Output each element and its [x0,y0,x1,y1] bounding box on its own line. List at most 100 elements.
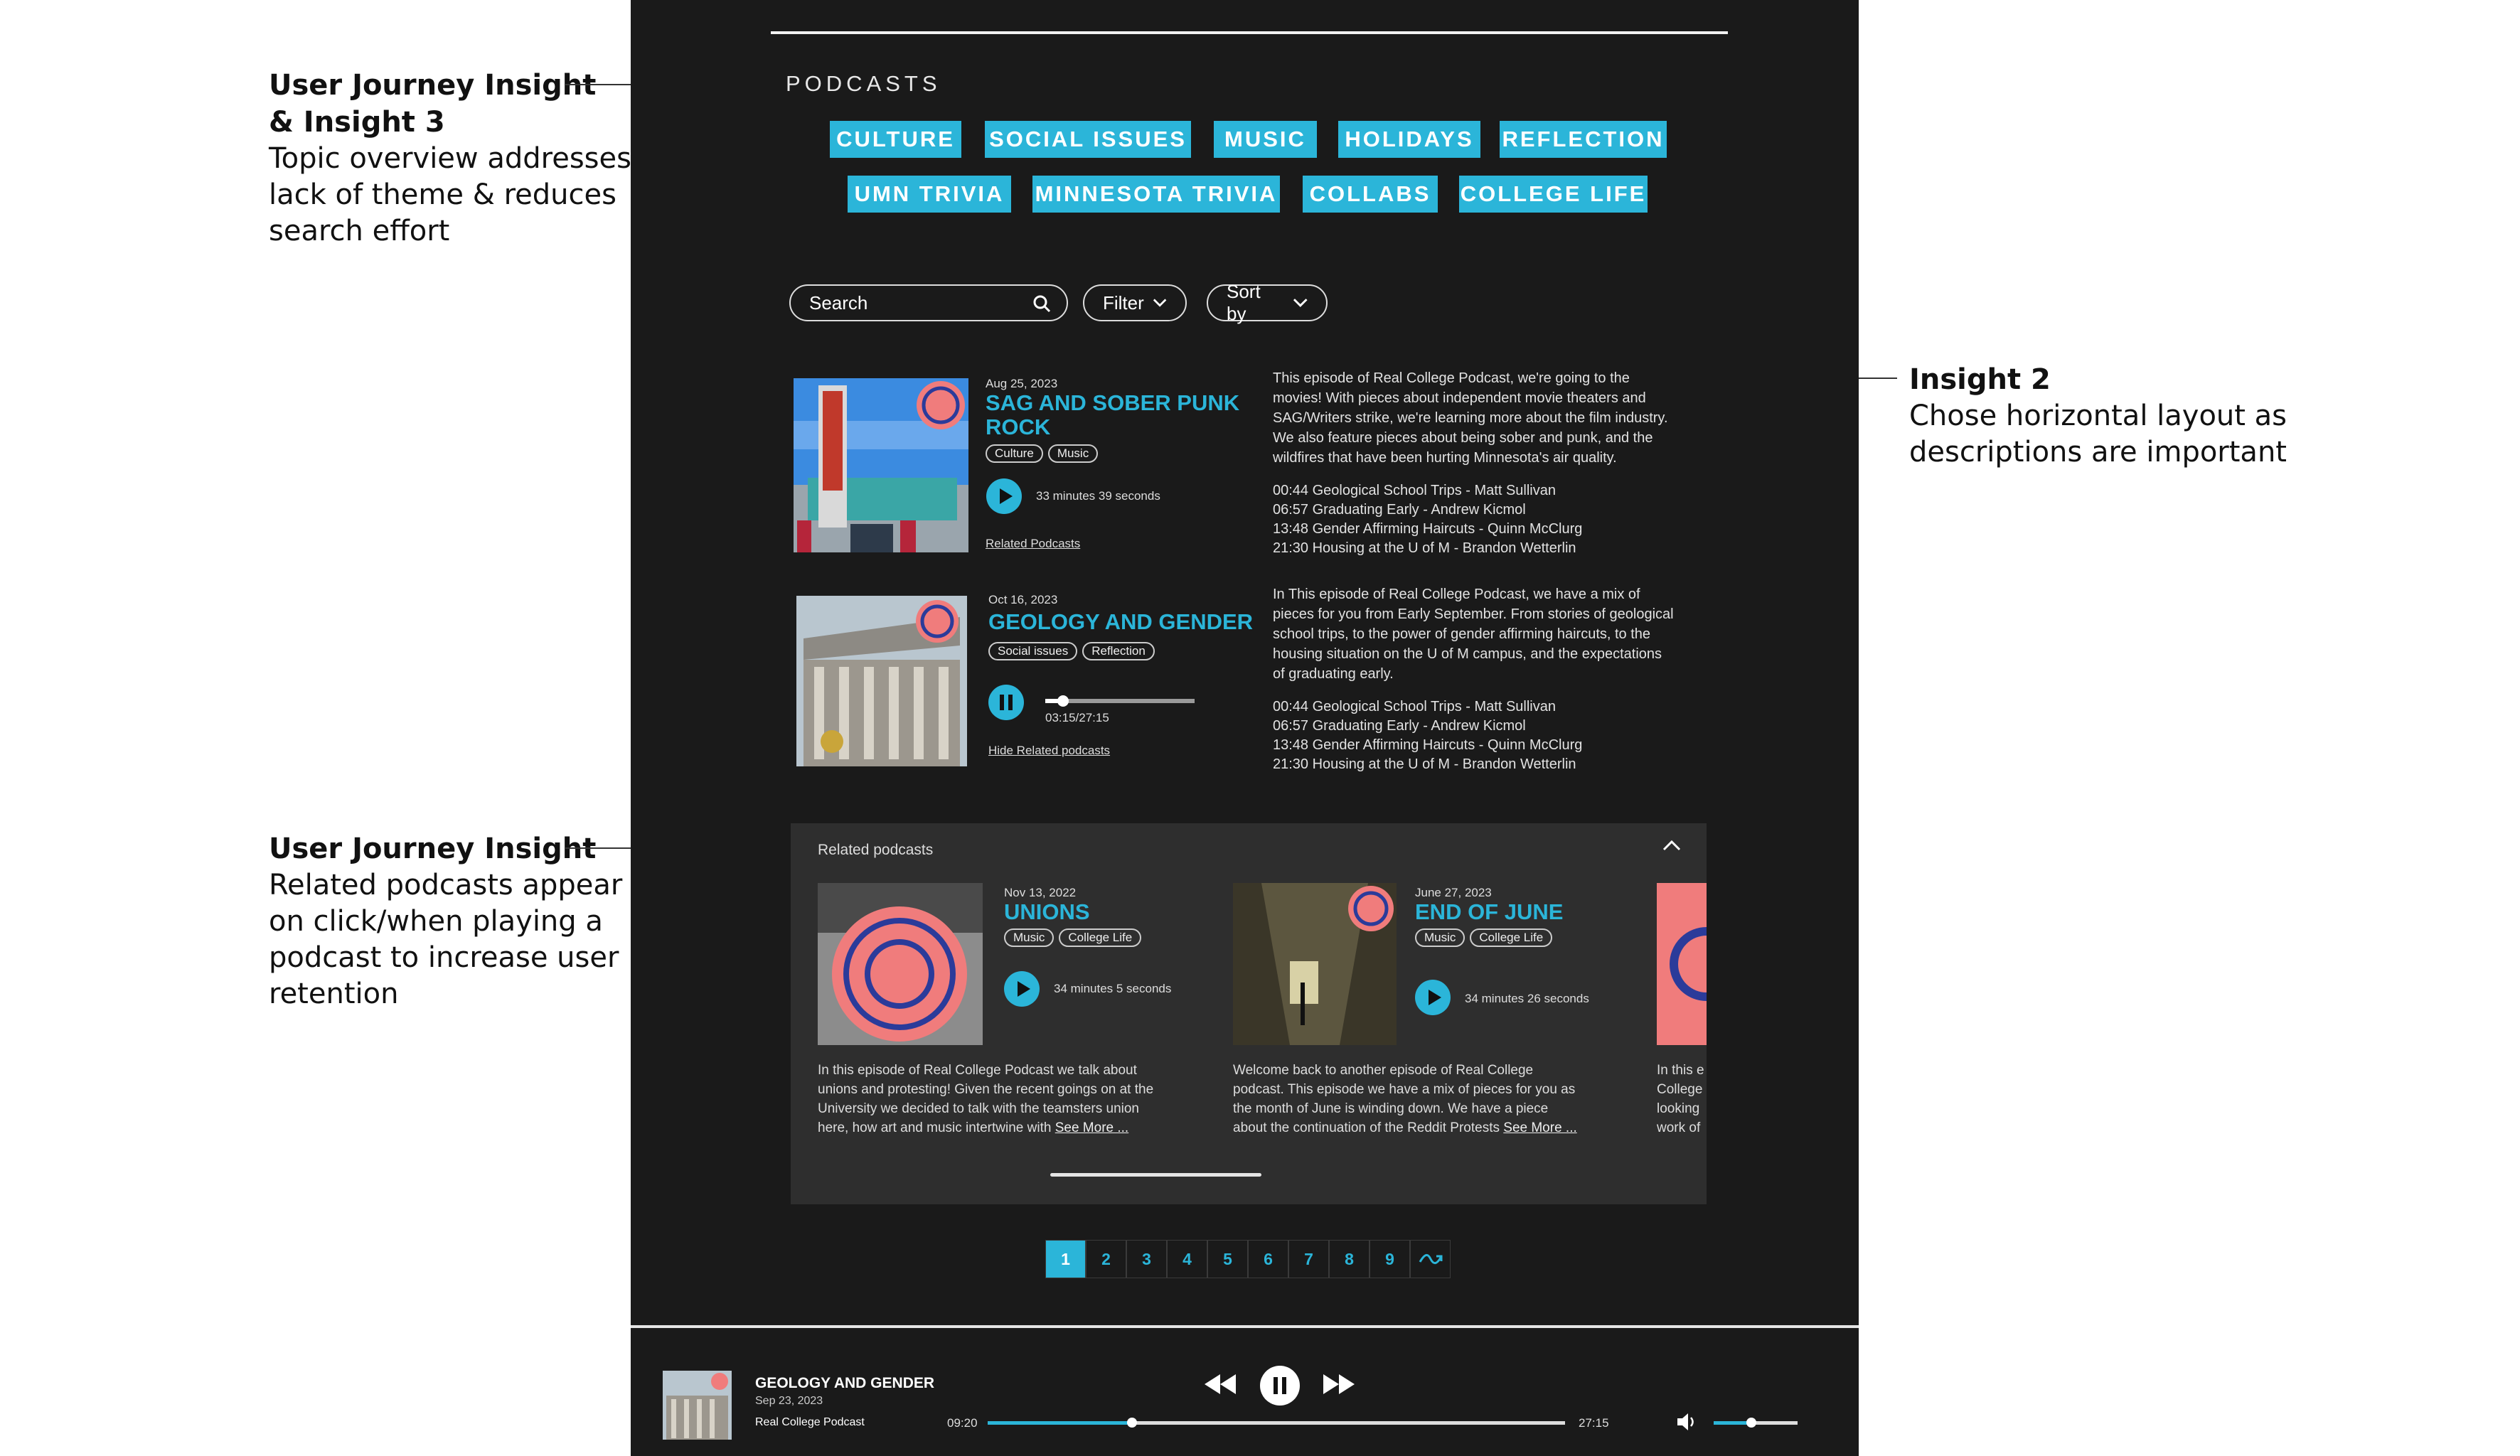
player-progress-bar[interactable] [988,1418,1565,1428]
annotation-title: Insight 2 [1909,363,2051,396]
episode-duration: 33 minutes 39 seconds [1036,489,1160,503]
tag-chip[interactable]: Music [1047,444,1099,463]
elapsed-time: 09:20 [947,1416,978,1430]
episode-thumbnail-building[interactable] [796,596,967,766]
annotation-body: retention [269,978,399,1010]
description-line: unions and protesting! Given the recent … [818,1082,1154,1097]
player-progress-handle[interactable] [1127,1418,1137,1428]
pause-icon-bar [1282,1377,1286,1394]
related-episode-title[interactable]: END OF JUNE [1415,900,1563,924]
play-button[interactable] [1004,971,1040,1007]
building-image [796,596,967,766]
track-item[interactable]: 13:48 Gender Affirming Haircuts - Quinn … [1273,520,1582,539]
volume-icon[interactable] [1676,1412,1699,1432]
related-thumbnail[interactable] [1233,883,1397,1045]
page-button[interactable]: 4 [1167,1240,1207,1278]
episode-tags: Social issues Reflection [988,642,1160,660]
page-button[interactable]: 6 [1248,1240,1288,1278]
related-thumbnail[interactable] [818,883,983,1045]
rewind-icon[interactable] [1203,1372,1237,1396]
related-episode-title[interactable]: UNIONS [1004,900,1090,924]
search-input[interactable]: Search [789,284,1068,321]
track-item[interactable]: 00:44 Geological School Trips - Matt Sul… [1273,481,1582,500]
topic-tag-umn-trivia[interactable]: UMN TRIVIA [848,176,1011,213]
description-line: wildfires that have been hurting Minneso… [1273,450,1617,466]
description-line: school trips, to the power of gender aff… [1273,626,1651,642]
page-button[interactable]: 9 [1370,1240,1410,1278]
topic-tag-minnesota-trivia[interactable]: MINNESOTA TRIVIA [1032,176,1280,213]
track-item[interactable]: 21:30 Housing at the U of M - Brandon We… [1273,755,1582,774]
description-line: In this episode of Real College Podcast … [818,1063,1137,1078]
hide-related-podcasts-link[interactable]: Hide Related podcasts [988,744,1110,758]
page-button-current[interactable]: 1 [1045,1240,1086,1278]
topic-tag-reflection[interactable]: REFLECTION [1500,121,1667,158]
track-item[interactable]: 06:57 Graduating Early - Andrew Kicmol [1273,500,1582,520]
page-button[interactable]: 8 [1329,1240,1370,1278]
annotation-layout: Insight 2 Chose horizontal layout as des… [1909,361,2287,471]
description-line: the month of June is winding down. We ha… [1233,1101,1549,1116]
tag-chip[interactable]: Reflection [1082,642,1155,660]
description-line: of graduating early. [1273,666,1394,682]
filter-dropdown[interactable]: Filter [1083,284,1187,321]
top-divider [771,31,1728,34]
chevron-up-icon[interactable] [1662,839,1682,852]
related-duration: 34 minutes 5 seconds [1054,982,1172,995]
description-line: In this e [1657,1063,1704,1078]
episode-tracklist: 00:44 Geological School Trips - Matt Sul… [1273,481,1582,558]
play-button[interactable] [986,478,1022,514]
volume-slider[interactable] [1714,1418,1798,1428]
track-item[interactable]: 06:57 Graduating Early - Andrew Kicmol [1273,717,1582,736]
page-button[interactable]: 3 [1126,1240,1167,1278]
carousel-scrollbar[interactable] [1050,1173,1261,1177]
related-thumbnail[interactable] [1657,883,1707,1045]
episode-title[interactable]: SAG AND SOBER PUNK ROCK [986,391,1239,439]
description-line: In This episode of Real College Podcast,… [1273,587,1640,602]
topic-tag-college-life[interactable]: COLLEGE LIFE [1459,176,1648,213]
topic-tag-social-issues[interactable]: SOCIAL ISSUES [985,121,1191,158]
podcast-app: PODCASTS CULTURE SOCIAL ISSUES MUSIC HOL… [631,0,1859,1456]
pause-icon-bar [1008,695,1013,710]
topic-tag-music[interactable]: MUSIC [1214,121,1317,158]
related-podcasts-panel: Related podcasts Nov 13, 2022 UNIONS Mus… [791,823,1707,1204]
related-date: June 27, 2023 [1415,886,1492,899]
player-pause-button[interactable] [1260,1366,1300,1406]
pause-icon [1274,1377,1278,1394]
building-image [663,1371,732,1440]
annotation-title: & Insight 3 [269,106,445,139]
related-duration: 34 minutes 26 seconds [1465,992,1589,1005]
fast-forward-icon[interactable] [1322,1372,1356,1396]
page-button[interactable]: 5 [1207,1240,1248,1278]
tag-chip[interactable]: Culture [986,444,1043,463]
volume-handle[interactable] [1746,1418,1757,1428]
track-item[interactable]: 21:30 Housing at the U of M - Brandon We… [1273,539,1582,558]
page-button[interactable]: 7 [1288,1240,1329,1278]
tag-chip[interactable]: College Life [1059,928,1142,947]
pause-button[interactable] [988,685,1024,720]
filter-label: Filter [1103,291,1144,314]
description-line: University we decided to talk with the t… [818,1101,1139,1116]
tag-chip[interactable]: Music [1415,928,1465,947]
track-item[interactable]: 13:48 Gender Affirming Haircuts - Quinn … [1273,736,1582,755]
tag-chip[interactable]: Social issues [988,642,1078,660]
topic-tag-culture[interactable]: CULTURE [830,121,961,158]
annotation-related: User Journey Insight Related podcasts ap… [269,830,622,1012]
page-next-button[interactable] [1410,1240,1451,1278]
related-description: In this episode of Real College Podcast … [818,1061,1153,1138]
chevron-down-icon [1293,299,1308,307]
tag-chip[interactable]: Music [1004,928,1055,947]
track-item[interactable]: 00:44 Geological School Trips - Matt Sul… [1273,697,1582,717]
episode-progress-bar[interactable] [1045,695,1195,707]
episode-thumbnail-cinema[interactable] [794,378,968,552]
description-line: podcast. This episode we have a mix of p… [1233,1082,1576,1097]
tag-chip[interactable]: College Life [1470,928,1553,947]
page-button[interactable]: 2 [1086,1240,1126,1278]
episode-progress-handle[interactable] [1057,695,1069,707]
see-more-link[interactable]: See More ... [1503,1120,1577,1135]
topic-tag-collabs[interactable]: COLLABS [1303,176,1438,213]
episode-title[interactable]: GEOLOGY AND GENDER [988,610,1253,634]
see-more-link[interactable]: See More ... [1055,1120,1129,1135]
related-podcasts-link[interactable]: Related Podcasts [986,537,1080,551]
topic-tag-holidays[interactable]: HOLIDAYS [1338,121,1480,158]
sort-dropdown[interactable]: Sort by [1207,281,1328,324]
play-button[interactable] [1415,980,1451,1015]
